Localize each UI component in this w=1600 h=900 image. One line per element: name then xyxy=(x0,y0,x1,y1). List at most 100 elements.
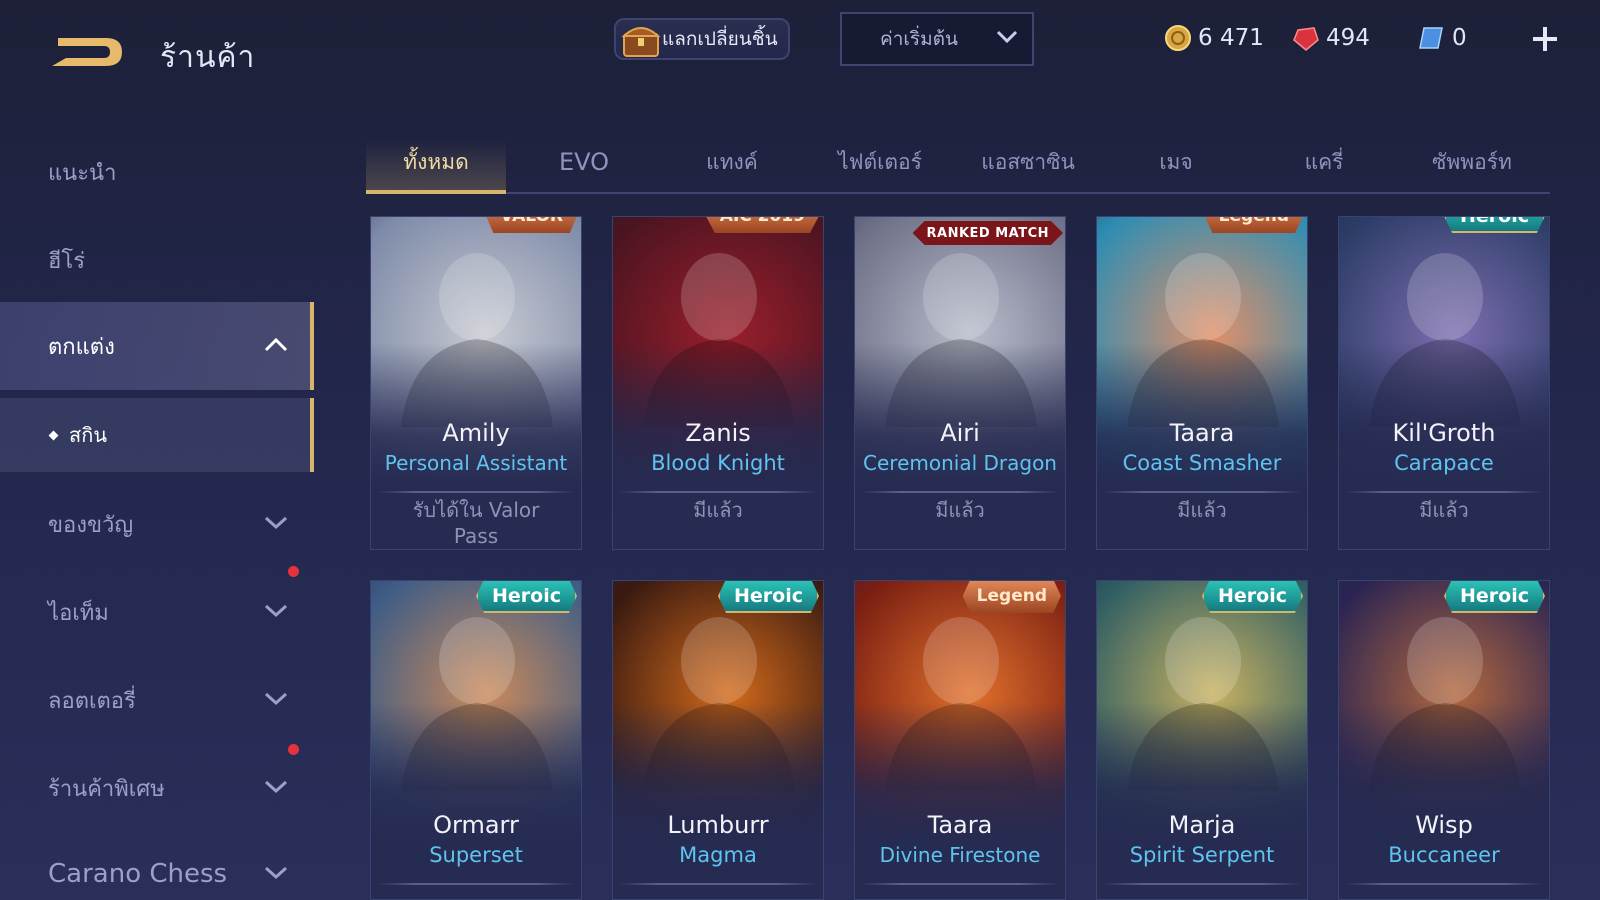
treasure-chest-icon xyxy=(621,27,661,57)
voucher-balance: 0 xyxy=(1418,24,1467,52)
card-divider xyxy=(1345,491,1543,493)
card-divider xyxy=(377,883,575,885)
chevron-up-icon xyxy=(264,337,288,352)
hero-name: Airi xyxy=(940,419,980,447)
card-divider xyxy=(861,491,1059,493)
skin-name: Ceremonial Dragon xyxy=(863,451,1057,475)
sidebar-item-lottery[interactable]: ลอตเตอรี่ xyxy=(0,656,314,744)
skin-name: Magma xyxy=(679,843,757,867)
sort-label: ค่าเริ่มต้น xyxy=(880,28,958,50)
skin-card[interactable]: AIC 2019 Zanis Blood Knight มีแล้ว xyxy=(612,216,824,550)
notification-dot xyxy=(288,744,299,755)
sidebar-item-gifts[interactable]: ของขวัญ xyxy=(0,480,314,568)
chevron-down-icon xyxy=(264,692,288,706)
sidebar-item-recommended[interactable]: แนะนำ xyxy=(0,128,314,216)
card-shade xyxy=(1097,701,1307,899)
category-tabs: ทั้งหมด EVO แทงค์ ไฟต์เตอร์ แอสซาซิน เมจ… xyxy=(366,140,1550,194)
skin-name: Carapace xyxy=(1394,451,1494,475)
rarity-badge: Legend xyxy=(962,581,1061,613)
skin-name: Buccaneer xyxy=(1388,843,1500,867)
sidebar-item-items[interactable]: ไอเท็ม xyxy=(0,568,314,656)
sidebar-item-decoration[interactable]: ตกแต่ง xyxy=(0,302,314,390)
ownership-status: มีแล้ว xyxy=(935,498,985,522)
gold-coin-icon xyxy=(1165,25,1191,51)
skin-card[interactable]: Heroic Lumburr Magma xyxy=(612,580,824,900)
chevron-down-icon xyxy=(996,30,1018,44)
skin-card[interactable]: Heroic Kil'Groth Carapace มีแล้ว xyxy=(1338,216,1550,550)
notification-dot xyxy=(288,566,299,577)
tab-carry[interactable]: แครี่ xyxy=(1254,140,1394,192)
rarity-badge: AIC 2019 xyxy=(705,217,819,233)
back-button[interactable] xyxy=(48,28,128,74)
skin-card[interactable]: Legend Taara Coast Smasher มีแล้ว xyxy=(1096,216,1308,550)
exchange-label: แลกเปลี่ยนชิ้น xyxy=(662,28,778,50)
voucher-icon xyxy=(1419,27,1443,49)
skin-name: Divine Firestone xyxy=(879,843,1041,867)
card-divider xyxy=(1103,491,1301,493)
chevron-down-icon xyxy=(264,780,288,794)
ownership-status: รับได้ใน Valor Pass xyxy=(412,498,540,548)
gold-coin-balance: 6 471 xyxy=(1164,24,1264,52)
card-divider xyxy=(1345,883,1543,885)
skin-card[interactable]: Heroic Marja Spirit Serpent xyxy=(1096,580,1308,900)
chevron-down-icon xyxy=(264,516,288,530)
ownership-status: มีแล้ว xyxy=(1419,498,1469,522)
skin-name: Coast Smasher xyxy=(1122,451,1282,475)
page-title: ร้านค้า xyxy=(160,40,256,75)
skin-name: Personal Assistant xyxy=(384,451,568,475)
rarity-badge: Legend xyxy=(1204,217,1303,233)
card-divider xyxy=(619,883,817,885)
card-divider xyxy=(861,883,1059,885)
sidebar-item-carano-chess[interactable]: Carano Chess xyxy=(0,830,314,900)
hero-name: Ormarr xyxy=(433,811,519,839)
ownership-status: มีแล้ว xyxy=(1177,498,1227,522)
chevron-down-icon xyxy=(264,866,288,880)
card-shade xyxy=(855,701,1065,899)
sidebar-item-heroes[interactable]: ฮีโร่ xyxy=(0,216,314,304)
chevron-down-icon xyxy=(264,604,288,618)
plus-icon[interactable] xyxy=(1530,24,1560,54)
skin-card[interactable]: Legend Taara Divine Firestone xyxy=(854,580,1066,900)
skin-card[interactable]: Heroic Ormarr Superset xyxy=(370,580,582,900)
back-arrow-icon xyxy=(52,38,122,66)
tab-evo[interactable]: EVO xyxy=(514,140,654,192)
sidebar: แนะนำ ฮีโร่ ตกแต่ง สกิน ของขวัญ ไอเท็ม ล… xyxy=(0,120,314,900)
tab-mage[interactable]: เมจ xyxy=(1106,140,1246,192)
ownership-status: มีแล้ว xyxy=(693,498,743,522)
ruby-icon xyxy=(1293,27,1319,51)
rarity-badge: Heroic xyxy=(1202,581,1303,613)
hero-name: Taara xyxy=(1169,419,1235,447)
hero-name: Zanis xyxy=(685,419,751,447)
card-shade xyxy=(1339,701,1549,899)
card-divider xyxy=(377,491,575,493)
sidebar-subitem-skins[interactable]: สกิน xyxy=(0,398,314,472)
card-shade xyxy=(371,701,581,899)
diamond-bullet-icon xyxy=(48,430,59,440)
hero-name: Lumburr xyxy=(667,811,769,839)
rarity-badge: VALOR xyxy=(486,217,577,233)
hero-name: Taara xyxy=(927,811,993,839)
tab-tank[interactable]: แทงค์ xyxy=(662,140,802,192)
rarity-badge: Heroic xyxy=(718,581,819,613)
card-shade xyxy=(613,701,823,899)
skin-card[interactable]: VALOR Amily Personal Assistant รับได้ใน Val… xyxy=(370,216,582,550)
skin-name: Superset xyxy=(429,843,523,867)
tab-all[interactable]: ทั้งหมด xyxy=(366,140,506,194)
tab-assassin[interactable]: แอสซาซิน xyxy=(958,140,1098,192)
card-divider xyxy=(619,491,817,493)
tab-fighter[interactable]: ไฟต์เตอร์ xyxy=(810,140,950,192)
exchange-button[interactable]: แลกเปลี่ยนชิ้น xyxy=(614,18,790,60)
rarity-badge: Heroic xyxy=(476,581,577,613)
tab-support[interactable]: ซัพพอร์ท xyxy=(1402,140,1542,192)
sidebar-item-special-shop[interactable]: ร้านค้าพิเศษ xyxy=(0,744,314,832)
top-bar: ร้านค้า แลกเปลี่ยนชิ้น ค่าเริ่มต้น 6 471… xyxy=(0,0,1600,90)
skin-card[interactable]: Heroic Wisp Buccaneer xyxy=(1338,580,1550,900)
rarity-badge: RANKED MATCH xyxy=(912,221,1063,245)
hero-name: Wisp xyxy=(1415,811,1473,839)
hero-name: Marja xyxy=(1168,811,1236,839)
skin-card[interactable]: RANKED MATCH Airi Ceremonial Dragon มีแล้ว xyxy=(854,216,1066,550)
hero-name: Amily xyxy=(442,419,510,447)
rarity-badge: Heroic xyxy=(1444,217,1545,233)
sort-dropdown[interactable]: ค่าเริ่มต้น xyxy=(840,12,1034,66)
rarity-badge: Heroic xyxy=(1444,581,1545,613)
